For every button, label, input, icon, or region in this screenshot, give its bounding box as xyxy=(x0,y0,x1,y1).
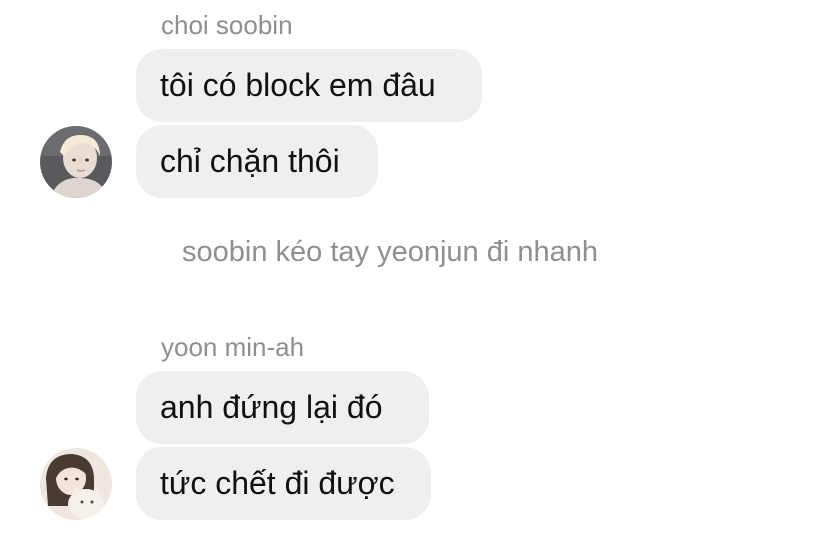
message-bubble[interactable]: anh đứng lại đó xyxy=(136,371,429,444)
avatar-photo-icon xyxy=(40,448,112,520)
avatar[interactable] xyxy=(40,126,112,198)
message-bubble[interactable]: tôi có block em đâu xyxy=(136,49,482,122)
sender-name: yoon min-ah xyxy=(161,332,305,362)
avatar-photo-icon xyxy=(40,126,112,198)
message-text: tức chết đi được xyxy=(160,465,395,501)
message-text: chỉ chặn thôi xyxy=(160,143,340,179)
avatar[interactable] xyxy=(40,448,112,520)
message-text: anh đứng lại đó xyxy=(160,389,383,425)
message-bubble[interactable]: chỉ chặn thôi xyxy=(136,125,378,198)
message-bubble[interactable]: tức chết đi được xyxy=(136,447,431,520)
sender-name: choi soobin xyxy=(161,10,293,40)
message-text: tôi có block em đâu xyxy=(160,67,436,103)
system-message: soobin kéo tay yeonjun đi nhanh xyxy=(182,236,598,268)
